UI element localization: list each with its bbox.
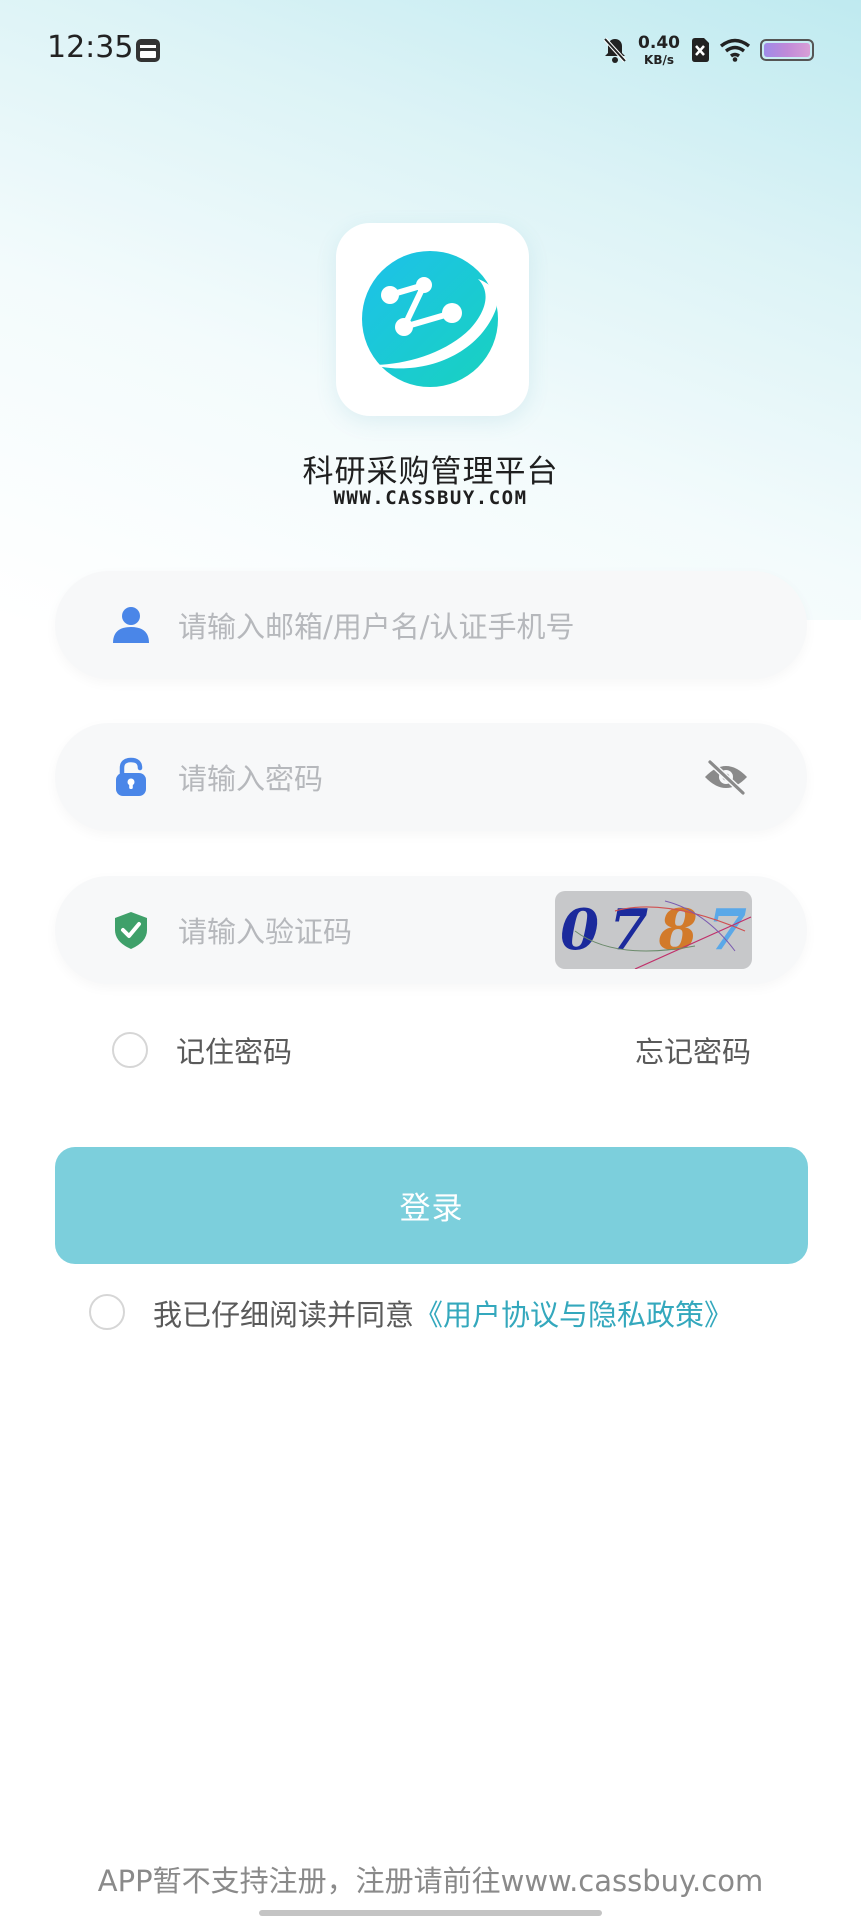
captcha-noise-lines — [574, 900, 752, 969]
network-speed: 0.40 KB/s — [638, 32, 680, 67]
eye-off-icon[interactable] — [703, 759, 749, 795]
sim-off-icon — [692, 38, 709, 62]
password-placeholder: 请输入密码 — [178, 762, 324, 796]
mute-bell-icon — [603, 37, 627, 63]
captcha-image[interactable]: 0 7 8 7 — [555, 891, 752, 969]
status-bar: 12:35 0.40 KB/s — [0, 0, 861, 100]
username-placeholder: 请输入邮箱/用户名/认证手机号 — [178, 610, 575, 644]
registration-note: APP暂不支持注册，注册请前往www.cassbuy.com — [97, 1864, 764, 1898]
captcha-placeholder: 请输入验证码 — [178, 915, 353, 949]
app-logo — [336, 223, 529, 416]
user-agreement-link[interactable]: 《用户协议与隐私政策》 — [414, 1298, 733, 1332]
agreement-text: 我已仔细阅读并同意 — [153, 1298, 415, 1332]
molecule-logo-icon — [362, 251, 498, 387]
status-time: 12:35 — [47, 30, 134, 65]
remember-password-radio[interactable] — [112, 1032, 148, 1068]
wifi-icon — [720, 38, 750, 62]
network-speed-value: 0.40 — [638, 32, 680, 53]
user-icon — [113, 607, 149, 643]
agreement-radio[interactable] — [89, 1294, 125, 1330]
app-title: 科研采购管理平台 — [302, 454, 559, 490]
app-domain: WWW.CASSBUY.COM — [333, 487, 528, 509]
battery-icon — [760, 39, 814, 61]
calendar-icon — [136, 39, 160, 62]
forgot-password-link[interactable]: 忘记密码 — [635, 1029, 751, 1071]
username-field[interactable]: 请输入邮箱/用户名/认证手机号 — [55, 571, 807, 679]
unlock-icon — [116, 757, 146, 796]
home-indicator[interactable] — [259, 1910, 602, 1916]
shield-check-icon — [115, 912, 147, 949]
password-field[interactable]: 请输入密码 — [55, 723, 807, 831]
captcha-field[interactable]: 请输入验证码 0 7 8 7 — [55, 876, 807, 984]
agreement-row: 我已仔细阅读并同意《用户协议与隐私政策》 — [153, 1292, 733, 1334]
status-indicators: 0.40 KB/s — [602, 32, 814, 68]
login-button[interactable]: 登录 — [55, 1147, 808, 1264]
network-speed-unit: KB/s — [644, 52, 675, 67]
remember-password-label[interactable]: 记住密码 — [176, 1029, 292, 1071]
